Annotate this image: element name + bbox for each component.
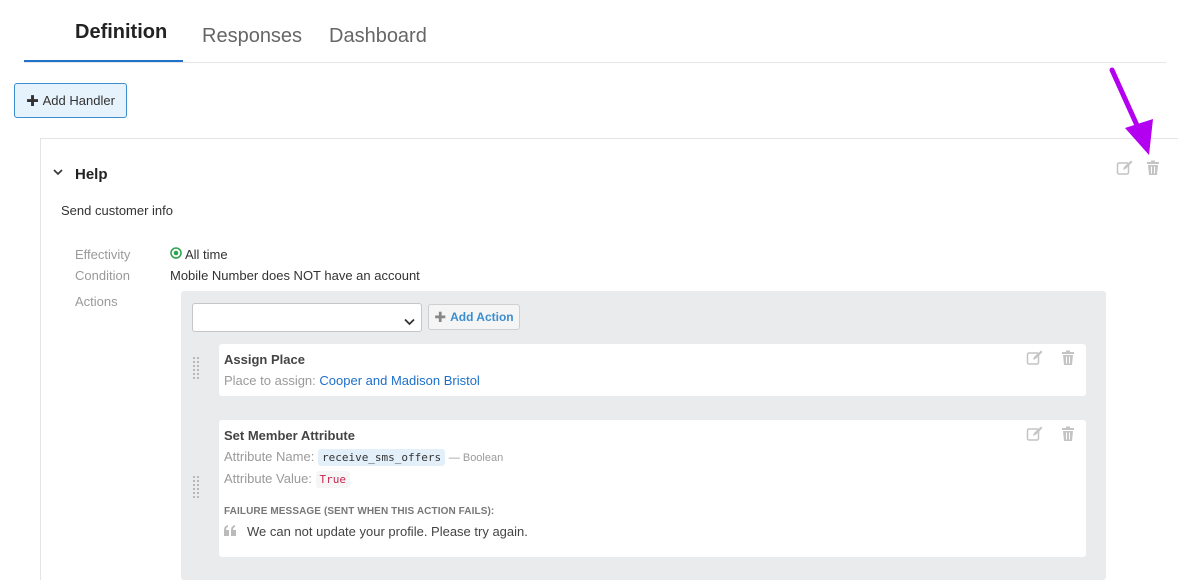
action-title: Assign Place [224,352,305,367]
condition-value: Mobile Number does NOT have an account [170,268,420,283]
collapse-chevron-icon[interactable] [53,166,63,180]
quote-icon [224,524,237,539]
effectivity-text: All time [185,247,228,262]
check-circle-icon [170,247,182,262]
edit-icon[interactable] [1026,425,1044,443]
attribute-name-code: receive_sms_offers [317,449,446,466]
tab-responses[interactable]: Responses [202,25,302,62]
add-handler-label: Add Handler [42,93,115,108]
attribute-name-label: Attribute Name: [224,449,315,464]
add-action-label: Add Action [450,310,514,324]
edit-icon[interactable] [1026,349,1044,367]
effectivity-value: All time [170,247,228,262]
card-toolbar [1026,425,1077,443]
failure-message: We can not update your profile. Please t… [224,524,528,539]
attribute-type: — Boolean [448,452,504,464]
place-link[interactable]: Cooper and Madison Bristol [319,373,479,388]
trash-icon[interactable] [1059,349,1077,367]
add-action-button[interactable]: ✚ Add Action [428,304,520,330]
attribute-value-code: True [315,471,351,488]
annotation-arrow-icon [1100,64,1160,164]
effectivity-label: Effectivity [75,247,131,262]
trash-icon[interactable] [1059,425,1077,443]
plus-icon: ✚ [26,92,39,110]
action-type-select[interactable] [192,303,422,332]
drag-handle-icon[interactable] [193,357,202,386]
failure-message-label: FAILURE MESSAGE (SENT WHEN THIS ACTION F… [224,506,495,517]
place-label: Place to assign: [224,373,316,388]
tab-dashboard[interactable]: Dashboard [329,25,427,62]
chevron-down-icon [404,313,415,331]
action-card-set-member-attribute: Set Member Attribute Attribute Name: rec… [219,420,1086,557]
tab-definition[interactable]: Definition [24,21,184,62]
action-card-assign-place: Assign Place Place to assign: Cooper and… [219,344,1086,396]
drag-handle-icon[interactable] [193,476,202,505]
failure-message-text: We can not update your profile. Please t… [247,524,528,539]
plus-icon: ✚ [434,308,447,325]
place-row: Place to assign: Cooper and Madison Bris… [224,373,480,388]
condition-label: Condition [75,268,130,283]
card-toolbar [1026,349,1077,367]
handler-title: Help [75,166,108,183]
tab-bar: Definition Responses Dashboard [24,0,1166,63]
actions-label: Actions [75,294,118,309]
handler-description: Send customer info [61,203,174,218]
attribute-name-row: Attribute Name: receive_sms_offers — Boo… [224,449,504,466]
add-handler-button[interactable]: ✚ Add Handler [14,83,127,118]
action-title: Set Member Attribute [224,428,355,443]
attribute-value-row: Attribute Value: True [224,471,351,488]
attribute-value-label: Attribute Value: [224,471,312,486]
